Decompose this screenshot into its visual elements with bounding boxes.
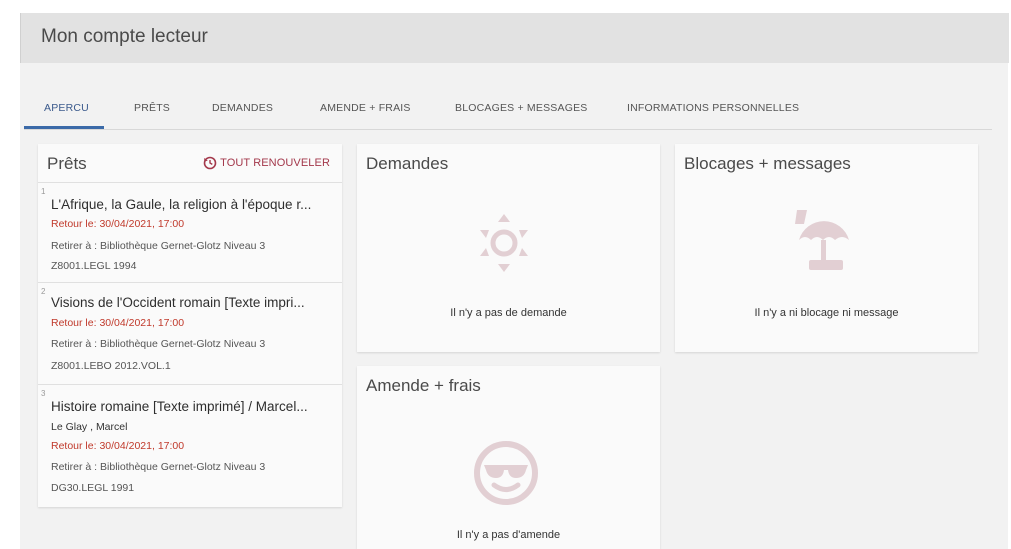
tab-bar: APERCU PRÊTS DEMANDES AMENDE + FRAIS BLO… (24, 97, 992, 130)
beach-umbrella-icon (795, 210, 849, 270)
sunglasses-face-icon (474, 441, 538, 505)
page-header: Mon compte lecteur (20, 13, 1009, 63)
loan-number: 2 (41, 287, 46, 296)
loans-card: Prêts TOUT RENOUVELER 1 L'Afrique, la Ga… (38, 144, 342, 507)
loan-callnumber: DG30.LEGL 1991 (51, 482, 135, 494)
tab-demandes[interactable]: DEMANDES (212, 102, 273, 114)
loan-callnumber: Z8001.LEBO 2012.VOL.1 (51, 360, 171, 372)
loan-number: 3 (41, 389, 46, 398)
loan-due-date: Retour le: 30/04/2021, 17:00 (51, 317, 185, 329)
loan-number: 1 (41, 187, 46, 196)
sun-icon (480, 214, 528, 272)
loan-title[interactable]: Visions de l'Occident romain [Texte impr… (51, 295, 336, 310)
active-tab-indicator (24, 126, 104, 129)
requests-card: Demandes Il n'y a pas de demande (357, 144, 660, 352)
tab-blocages-messages[interactable]: BLOCAGES + MESSAGES (455, 102, 587, 114)
loan-due-date: Retour le: 30/04/2021, 17:00 (51, 440, 185, 452)
fines-title: Amende + frais (366, 376, 481, 395)
tab-prets[interactable]: PRÊTS (134, 102, 170, 114)
blocks-title: Blocages + messages (684, 154, 851, 173)
renew-all-label: TOUT RENOUVELER (220, 157, 330, 169)
loan-author: Le Glay , Marcel (51, 421, 128, 433)
loan-title[interactable]: Histoire romaine [Texte imprimé] / Marce… (51, 399, 336, 414)
fines-card: Amende + frais Il n'y a pas d'amende (357, 366, 660, 549)
page-title: Mon compte lecteur (41, 26, 208, 47)
renew-icon (203, 156, 217, 170)
account-page: Mon compte lecteur APERCU PRÊTS DEMANDES… (20, 13, 1009, 549)
loan-callnumber: Z8001.LEGL 1994 (51, 260, 137, 272)
requests-title: Demandes (366, 154, 449, 173)
loan-pickup: Retirer à : Bibliothèque Gernet-Glotz Ni… (51, 338, 266, 350)
fines-empty-message: Il n'y a pas d'amende (456, 529, 561, 541)
tab-apercu[interactable]: APERCU (44, 102, 89, 114)
loan-item[interactable]: 3 Histoire romaine [Texte imprimé] / Mar… (38, 384, 342, 505)
blocks-card: Blocages + messages Il n'y a ni blocage … (675, 144, 978, 352)
loans-title: Prêts (47, 154, 87, 173)
loan-item[interactable]: 2 Visions de l'Occident romain [Texte im… (38, 282, 342, 381)
loan-item[interactable]: 1 L'Afrique, la Gaule, la religion à l'é… (38, 182, 342, 281)
loan-pickup: Retirer à : Bibliothèque Gernet-Glotz Ni… (51, 461, 266, 473)
loan-pickup: Retirer à : Bibliothèque Gernet-Glotz Ni… (51, 240, 266, 252)
requests-empty-message: Il n'y a pas de demande (450, 307, 567, 319)
loan-title[interactable]: L'Afrique, la Gaule, la religion à l'épo… (51, 197, 336, 212)
loan-due-date: Retour le: 30/04/2021, 17:00 (51, 218, 185, 230)
blocks-empty-message: Il n'y a ni blocage ni message (754, 307, 899, 319)
renew-all-button[interactable]: TOUT RENOUVELER (203, 156, 330, 170)
tab-informations-personnelles[interactable]: INFORMATIONS PERSONNELLES (627, 102, 799, 114)
tab-amende-frais[interactable]: AMENDE + FRAIS (320, 102, 411, 114)
